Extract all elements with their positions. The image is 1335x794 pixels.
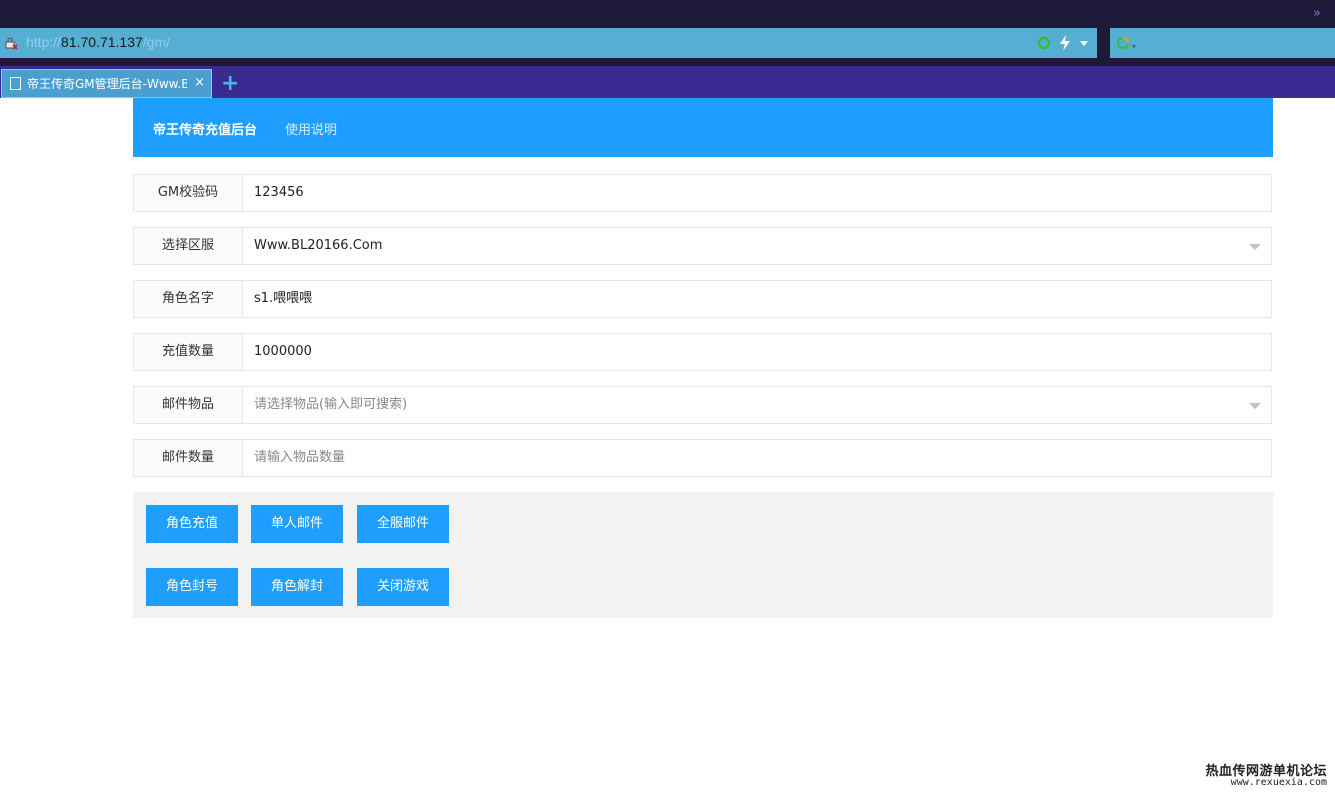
page-header: 帝王传奇充值后台 使用说明 <box>133 98 1273 157</box>
role-name-input[interactable] <box>254 281 1214 317</box>
url-path: /gm/ <box>142 34 171 50</box>
mail-qty-label: 邮件数量 <box>134 440 243 476</box>
new-tab-icon[interactable]: + <box>221 71 239 96</box>
unban-role-button[interactable]: 角色解封 <box>251 568 343 606</box>
tab-gm-admin[interactable]: 帝王传奇GM管理后台-Www.BL × <box>1 69 212 98</box>
role-recharge-button[interactable]: 角色充值 <box>146 505 238 543</box>
recharge-amount-input[interactable] <box>254 334 1214 370</box>
ban-role-button[interactable]: 角色封号 <box>146 568 238 606</box>
gm-code-row: GM校验码 <box>133 174 1272 212</box>
gm-code-input[interactable] <box>254 175 1214 211</box>
server-select[interactable]: Www.BL20166.Com <box>254 228 1214 264</box>
close-icon[interactable]: × <box>194 75 205 90</box>
server-mail-button[interactable]: 全服邮件 <box>357 505 449 543</box>
recharge-amount-row: 充值数量 <box>133 333 1272 371</box>
lightning-icon[interactable] <box>1059 35 1071 51</box>
security-shield-icon[interactable] <box>1037 36 1051 50</box>
url-scheme: http:// <box>26 34 62 50</box>
mail-item-row: 邮件物品 <box>133 386 1272 424</box>
mail-item-label: 邮件物品 <box>134 387 243 423</box>
recharge-amount-label: 充值数量 <box>134 334 243 370</box>
tab-strip: 帝王传奇GM管理后台-Www.BL × + <box>0 66 1335 98</box>
url-host: 81.70.71.137 <box>61 34 143 50</box>
search-engine-icon[interactable] <box>1116 36 1138 50</box>
gm-code-label: GM校验码 <box>134 175 243 211</box>
server-label: 选择区服 <box>134 228 243 264</box>
help-link[interactable]: 使用说明 <box>285 119 337 138</box>
single-mail-button[interactable]: 单人邮件 <box>251 505 343 543</box>
role-name-row: 角色名字 <box>133 280 1272 318</box>
role-name-label: 角色名字 <box>134 281 243 317</box>
server-row: 选择区服 Www.BL20166.Com <box>133 227 1272 265</box>
address-bar[interactable]: http://81.70.71.137/gm/ <box>0 28 1097 58</box>
browser-top-strip: » <box>0 0 1335 28</box>
address-row: http://81.70.71.137/gm/ <box>0 28 1335 58</box>
search-bar[interactable] <box>1110 28 1335 58</box>
chrome-separator <box>0 58 1335 66</box>
brand-title[interactable]: 帝王传奇充值后台 <box>153 119 257 138</box>
mail-qty-row: 邮件数量 <box>133 439 1272 477</box>
url-text[interactable]: http://81.70.71.137/gm/ <box>26 34 170 50</box>
chevron-down-icon[interactable] <box>1249 244 1261 250</box>
insecure-lock-icon[interactable] <box>4 36 18 50</box>
action-panel: 角色充值 单人邮件 全服邮件 角色封号 角色解封 关闭游戏 <box>133 492 1273 618</box>
chevron-down-icon[interactable] <box>1079 38 1089 48</box>
chevron-down-icon[interactable] <box>1249 403 1261 409</box>
overflow-chevron-icon[interactable]: » <box>1313 6 1321 21</box>
watermark: 热血传网游单机论坛 www.rexuexia.com <box>1205 760 1327 788</box>
address-bar-actions <box>1037 35 1089 51</box>
close-game-button[interactable]: 关闭游戏 <box>357 568 449 606</box>
mail-item-search-input[interactable] <box>254 387 1214 423</box>
tab-title: 帝王传奇GM管理后台-Www.BL <box>27 77 187 91</box>
page-icon <box>10 77 21 90</box>
mail-qty-input[interactable] <box>254 440 1214 476</box>
